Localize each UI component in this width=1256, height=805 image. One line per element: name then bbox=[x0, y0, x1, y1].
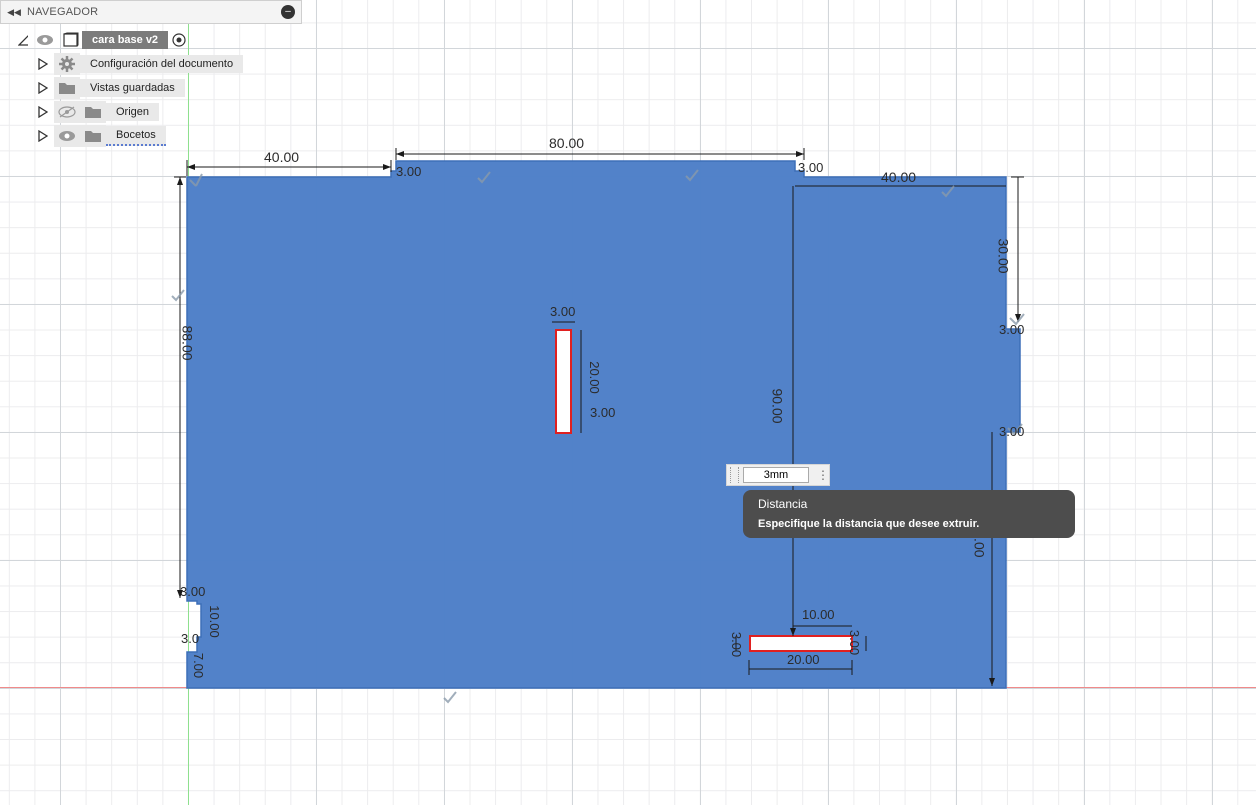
vertical-slot[interactable] bbox=[555, 329, 572, 434]
dimension-label[interactable]: 20.00 bbox=[787, 652, 820, 667]
expand-triangle-icon[interactable] bbox=[38, 58, 48, 70]
dimension-label[interactable]: 3.00 bbox=[396, 164, 421, 179]
dimension-label[interactable]: 88.00 bbox=[180, 325, 196, 360]
folder-icon bbox=[54, 77, 80, 99]
activate-radio-icon[interactable] bbox=[168, 31, 190, 49]
dimension-label[interactable]: 40.00 bbox=[264, 149, 299, 165]
navigator-root[interactable]: cara base v2 bbox=[18, 29, 190, 51]
expand-triangle-icon[interactable] bbox=[38, 106, 48, 118]
minimize-panel-icon[interactable]: – bbox=[281, 5, 295, 19]
eye-icon[interactable] bbox=[54, 125, 80, 147]
dimension-label[interactable]: 3.00 bbox=[999, 322, 1024, 337]
dimension-label[interactable]: 3.00 bbox=[180, 584, 205, 599]
expand-triangle-icon[interactable] bbox=[18, 34, 28, 46]
sketch-canvas[interactable] bbox=[0, 0, 1256, 805]
tooltip-title: Distancia bbox=[758, 497, 808, 511]
dimension-label[interactable]: 3.00 bbox=[798, 160, 823, 175]
component-icon bbox=[60, 31, 82, 49]
folder-icon bbox=[80, 101, 106, 123]
drag-grip-icon[interactable] bbox=[730, 467, 739, 483]
distance-input-box: ⋮ bbox=[726, 464, 830, 486]
navigator-header: ◀◀ NAVEGADOR – bbox=[0, 0, 302, 24]
more-options-icon[interactable]: ⋮ bbox=[817, 469, 829, 481]
navigator-item-saved-views[interactable]: Vistas guardadas bbox=[38, 77, 185, 99]
expand-triangle-icon[interactable] bbox=[38, 130, 48, 142]
tooltip: Distancia Especifique la distancia que d… bbox=[743, 490, 1075, 538]
eye-icon[interactable] bbox=[34, 31, 56, 49]
navigator-title: NAVEGADOR bbox=[27, 6, 99, 18]
dimension-label[interactable]: 7.00 bbox=[191, 653, 206, 678]
dimension-label[interactable]: 3.00 bbox=[550, 304, 575, 319]
collapse-panel-icon[interactable]: ◀◀ bbox=[5, 7, 23, 18]
expand-triangle-icon[interactable] bbox=[38, 82, 48, 94]
navigator-item-label: Bocetos bbox=[106, 126, 166, 146]
navigator-item-origin[interactable]: Origen bbox=[38, 101, 160, 123]
dimension-label[interactable]: 3.00 bbox=[847, 630, 862, 655]
dimension-label[interactable]: 3.00 bbox=[999, 424, 1024, 439]
sketch-profile[interactable] bbox=[186, 160, 1021, 689]
folder-icon bbox=[80, 125, 106, 147]
dimension-label[interactable]: 3.0 bbox=[181, 631, 199, 646]
dimension-label[interactable]: 20.00 bbox=[587, 361, 602, 394]
root-component-label[interactable]: cara base v2 bbox=[82, 31, 169, 49]
dimension-label[interactable]: 90.00 bbox=[770, 388, 786, 423]
navigator-item-label: Configuración del documento bbox=[80, 55, 244, 73]
gear-icon bbox=[54, 53, 80, 75]
navigator-item-sketches[interactable]: Bocetos bbox=[38, 125, 166, 147]
dimension-label[interactable]: 40.00 bbox=[881, 169, 916, 185]
hidden-eye-icon[interactable] bbox=[54, 101, 80, 123]
horizontal-slot[interactable] bbox=[749, 635, 853, 652]
tooltip-description: Especifique la distancia que desee extru… bbox=[758, 518, 980, 530]
dimension-label[interactable]: 3.00 bbox=[590, 405, 615, 420]
distance-input[interactable] bbox=[743, 467, 809, 483]
dimension-label[interactable]: 10.00 bbox=[802, 607, 835, 622]
dimension-label[interactable]: 80.00 bbox=[549, 135, 584, 151]
dimension-label[interactable]: 10.00 bbox=[207, 605, 222, 638]
navigator-item-document-settings[interactable]: Configuración del documento bbox=[38, 53, 244, 75]
dimension-label[interactable]: 3.00 bbox=[729, 632, 744, 657]
dimension-label[interactable]: 30.00 bbox=[996, 238, 1012, 273]
navigator-item-label: Origen bbox=[106, 103, 160, 121]
navigator-item-label: Vistas guardadas bbox=[80, 79, 185, 97]
